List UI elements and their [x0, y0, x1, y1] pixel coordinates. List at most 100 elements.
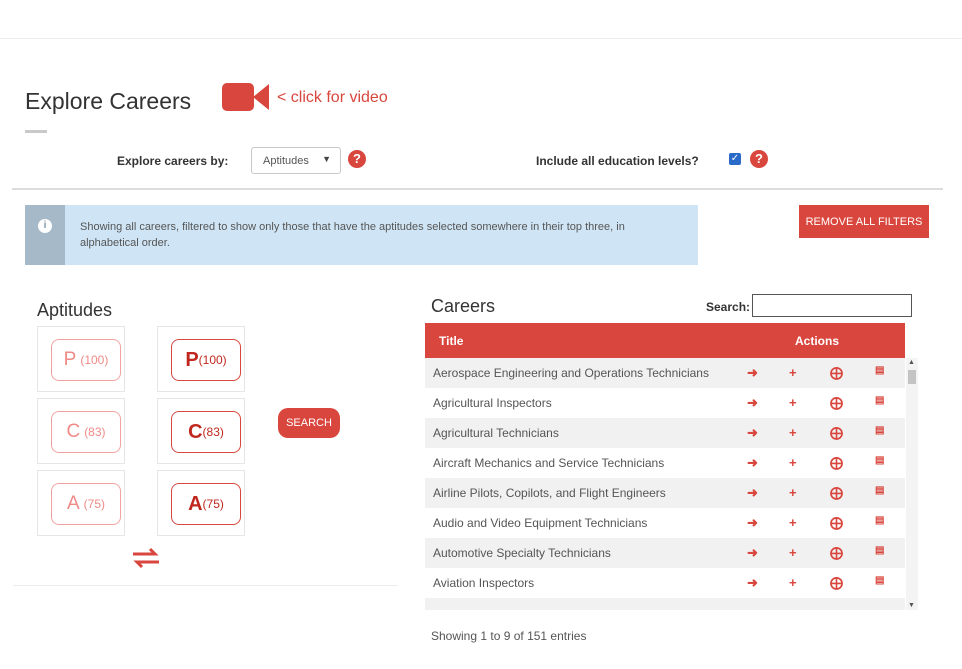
bar-chart-icon[interactable]: ▤ — [875, 575, 884, 586]
aptitude-a-button[interactable]: A (75) — [51, 483, 121, 525]
info-message: Showing all careers, filtered to show on… — [80, 221, 625, 249]
career-title-link[interactable]: Aircraft Mechanics and Service Technicia… — [433, 456, 664, 470]
arrow-right-icon[interactable]: ➜ — [747, 395, 758, 411]
bar-chart-icon[interactable]: ▤ — [875, 455, 884, 466]
aptitude-letter: A — [66, 493, 80, 514]
selected-aptitude-p-button[interactable]: P (100) — [171, 339, 241, 381]
arrow-right-icon[interactable]: ➜ — [747, 365, 758, 381]
lifebuoy-icon[interactable]: ⨁ — [830, 365, 843, 381]
table-row: Airline Pilots, Copilots, and Flight Eng… — [425, 478, 905, 508]
bar-chart-icon[interactable]: ▤ — [875, 515, 884, 526]
arrow-right-icon[interactable]: ➜ — [747, 425, 758, 441]
table-scrollbar[interactable]: ▲ ▼ — [906, 358, 918, 610]
table-row: Automotive Specialty Technicians ➜ + ⨁ ▤ — [425, 538, 905, 568]
scroll-thumb[interactable] — [908, 370, 916, 384]
explore-by-selected: Aptitudes — [263, 154, 309, 167]
aptitude-cell-p-available: P (100) — [37, 326, 125, 392]
plus-icon[interactable]: + — [789, 515, 797, 530]
include-levels-checkbox[interactable]: ✓ — [729, 153, 741, 165]
arrow-right-icon[interactable]: ➜ — [747, 455, 758, 471]
plus-icon[interactable]: + — [789, 485, 797, 500]
lifebuoy-icon[interactable]: ⨁ — [830, 515, 843, 531]
bar-chart-icon[interactable]: ▤ — [875, 365, 884, 376]
aptitude-count: (100) — [80, 353, 109, 367]
selected-aptitude-c-button[interactable]: C (83) — [171, 411, 241, 453]
info-banner-side: i — [25, 205, 65, 265]
arrow-right-icon[interactable]: ➜ — [747, 515, 758, 531]
bar-chart-icon[interactable]: ▤ — [875, 485, 884, 496]
career-title-link[interactable]: Aviation Inspectors — [433, 576, 534, 590]
table-row: Agricultural Technicians ➜ + ⨁ ▤ — [425, 418, 905, 448]
bar-chart-icon[interactable]: ▤ — [875, 545, 884, 556]
lifebuoy-icon[interactable]: ⨁ — [830, 425, 843, 441]
top-divider — [0, 38, 962, 39]
title-underline — [25, 130, 47, 133]
plus-icon[interactable]: + — [789, 395, 797, 410]
page-title: Explore Careers — [25, 88, 192, 114]
scroll-down-icon[interactable]: ▼ — [908, 602, 915, 609]
bar-chart-icon[interactable]: ▤ — [875, 425, 884, 436]
chevron-down-icon: ▼ — [322, 154, 331, 164]
explore-by-select[interactable]: Aptitudes ▼ — [251, 147, 341, 174]
career-title-link[interactable]: Agricultural Technicians — [433, 426, 559, 440]
aptitude-letter: P — [63, 349, 77, 370]
explore-by-label: Explore careers by: — [117, 154, 229, 168]
aptitude-cell-a-selected: A (75) — [157, 470, 245, 536]
arrow-right-icon[interactable]: ➜ — [747, 545, 758, 561]
aptitude-count: (100) — [198, 353, 227, 367]
aptitude-search-button[interactable]: SEARCH — [278, 408, 340, 438]
aptitude-cell-c-available: C (83) — [37, 398, 125, 464]
career-title-link[interactable]: Aerospace Engineering and Operations Tec… — [433, 366, 709, 380]
plus-icon[interactable]: + — [789, 455, 797, 470]
careers-table-header: Title Actions — [425, 323, 905, 358]
aptitude-count: (83) — [202, 425, 224, 439]
column-actions-header: Actions — [795, 334, 840, 348]
career-title-link[interactable]: Airline Pilots, Copilots, and Flight Eng… — [433, 486, 666, 500]
aptitude-p-button[interactable]: P (100) — [51, 339, 121, 381]
career-title-link[interactable]: Automotive Specialty Technicians — [433, 546, 611, 560]
column-title-header[interactable]: Title — [439, 334, 463, 348]
bar-chart-icon[interactable]: ▤ — [875, 395, 884, 406]
aptitude-c-button[interactable]: C (83) — [51, 411, 121, 453]
plus-icon[interactable]: + — [789, 365, 797, 380]
career-title-link[interactable]: Audio and Video Equipment Technicians — [433, 516, 647, 530]
aptitude-count: (75) — [202, 497, 224, 511]
aptitude-count: (75) — [83, 497, 106, 511]
arrow-right-icon[interactable]: ➜ — [747, 485, 758, 501]
table-row: Agricultural Inspectors ➜ + ⨁ ▤ — [425, 388, 905, 418]
table-row: Aircraft Mechanics and Service Technicia… — [425, 448, 905, 478]
include-levels-label: Include all education levels? — [536, 154, 699, 168]
plus-icon[interactable]: + — [789, 575, 797, 590]
help-icon-levels[interactable]: ? — [750, 150, 768, 168]
scroll-up-icon[interactable]: ▲ — [908, 359, 915, 366]
careers-search-label: Search: — [706, 300, 751, 314]
aptitude-letter: A — [188, 492, 203, 515]
video-camera-icon[interactable] — [222, 81, 270, 113]
plus-icon[interactable]: + — [789, 425, 797, 440]
table-row-partial — [425, 598, 905, 610]
info-banner: i Showing all careers, filtered to show … — [25, 205, 698, 265]
aptitude-count: (83) — [84, 425, 106, 439]
lifebuoy-icon[interactable]: ⨁ — [830, 545, 843, 561]
lifebuoy-icon[interactable]: ⨁ — [830, 395, 843, 411]
careers-table-body: Aerospace Engineering and Operations Tec… — [425, 358, 905, 610]
arrow-right-icon[interactable]: ➜ — [747, 575, 758, 591]
lifebuoy-icon[interactable]: ⨁ — [830, 455, 843, 471]
selected-aptitude-a-button[interactable]: A (75) — [171, 483, 241, 525]
help-icon[interactable]: ? — [348, 150, 366, 168]
aptitude-cell-c-selected: C (83) — [157, 398, 245, 464]
plus-icon[interactable]: + — [789, 545, 797, 560]
video-link[interactable]: < click for video — [277, 89, 388, 107]
swap-arrows-icon[interactable] — [131, 546, 161, 570]
careers-search-input[interactable] — [752, 294, 912, 317]
aptitude-cell-a-available: A (75) — [37, 470, 125, 536]
lifebuoy-icon[interactable]: ⨁ — [830, 485, 843, 501]
aptitude-letter: P — [185, 348, 199, 371]
career-title-link[interactable]: Agricultural Inspectors — [433, 396, 552, 410]
table-row: Aviation Inspectors ➜ + ⨁ ▤ — [425, 568, 905, 598]
aptitude-cell-p-selected: P (100) — [157, 326, 245, 392]
careers-title: Careers — [431, 296, 496, 316]
remove-all-filters-button[interactable]: REMOVE ALL FILTERS — [799, 205, 929, 238]
filter-divider — [12, 188, 943, 190]
lifebuoy-icon[interactable]: ⨁ — [830, 575, 843, 591]
